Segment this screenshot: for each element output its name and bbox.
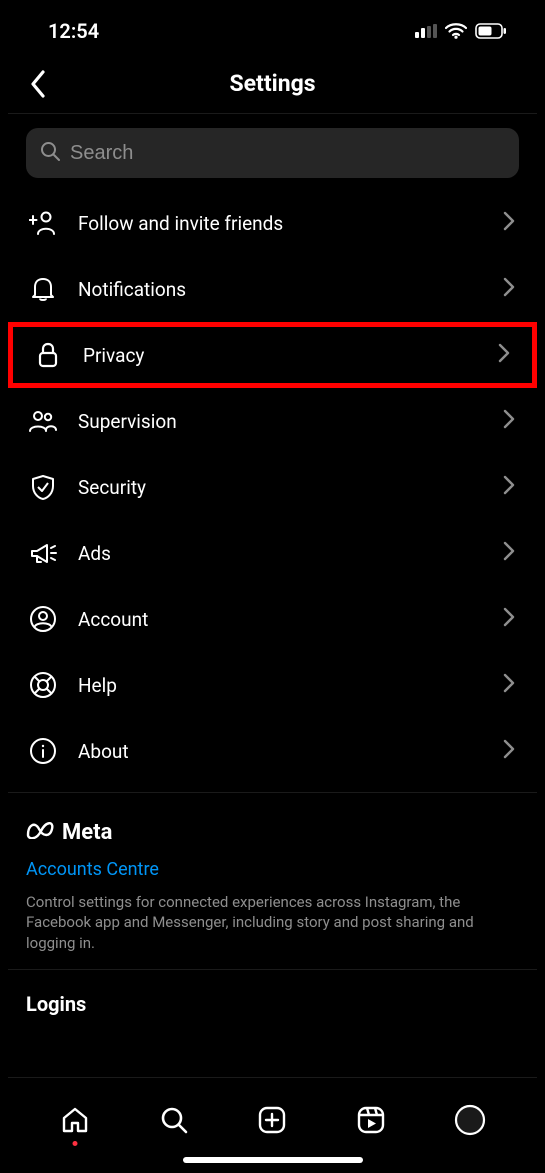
chevron-right-icon (503, 409, 515, 433)
plus-square-icon (257, 1105, 287, 1135)
bottom-nav (8, 1077, 537, 1151)
row-label: Help (78, 674, 485, 697)
status-right (415, 23, 507, 39)
row-privacy[interactable]: Privacy (8, 322, 537, 388)
row-follow-invite[interactable]: Follow and invite friends (8, 190, 537, 256)
row-notifications[interactable]: Notifications (8, 256, 537, 322)
status-bar: 12:54 (8, 0, 537, 54)
home-icon (60, 1105, 90, 1135)
page-title: Settings (229, 70, 315, 97)
search-input[interactable] (70, 142, 505, 165)
back-button[interactable] (22, 68, 54, 100)
search-container (8, 114, 537, 184)
status-time: 12:54 (48, 19, 99, 43)
nav-create[interactable] (254, 1102, 290, 1138)
user-circle-icon (26, 605, 60, 633)
logins-heading: Logins (8, 970, 537, 1046)
meta-section: Meta Accounts Centre Control settings fo… (8, 792, 537, 970)
profile-avatar-icon (454, 1104, 486, 1136)
chevron-right-icon (503, 277, 515, 301)
bell-icon (26, 275, 60, 303)
nav-home[interactable] (57, 1102, 93, 1138)
wifi-icon (445, 23, 467, 39)
row-label: Account (78, 608, 485, 631)
lifebuoy-icon (26, 671, 60, 699)
row-label: Ads (78, 542, 485, 565)
shield-icon (26, 473, 60, 501)
chevron-right-icon (503, 475, 515, 499)
cellular-icon (415, 24, 437, 38)
nav-profile[interactable] (452, 1102, 488, 1138)
row-account[interactable]: Account (8, 586, 537, 652)
nav-reels[interactable] (353, 1102, 389, 1138)
nav-search[interactable] (156, 1102, 192, 1138)
header: Settings (8, 54, 537, 114)
row-label: Privacy (83, 344, 480, 367)
add-person-icon (26, 210, 60, 236)
chevron-right-icon (503, 607, 515, 631)
chevron-left-icon (29, 70, 47, 98)
search-field[interactable] (26, 128, 519, 178)
info-icon (26, 737, 60, 765)
settings-list: Follow and invite friends Notifications (8, 184, 537, 784)
row-supervision[interactable]: Supervision (8, 388, 537, 454)
chevron-right-icon (498, 343, 510, 367)
people-icon (26, 409, 60, 433)
row-label: Follow and invite friends (78, 212, 485, 235)
meta-logo-icon (26, 819, 56, 845)
row-security[interactable]: Security (8, 454, 537, 520)
row-ads[interactable]: Ads (8, 520, 537, 586)
meta-brand: Meta (26, 819, 519, 845)
meta-brand-label: Meta (62, 820, 112, 845)
row-label: Supervision (78, 410, 485, 433)
row-help[interactable]: Help (8, 652, 537, 718)
battery-icon (475, 23, 507, 39)
accounts-centre-link[interactable]: Accounts Centre (26, 859, 519, 880)
megaphone-icon (26, 540, 60, 566)
home-notification-dot (73, 1141, 78, 1146)
row-label: Security (78, 476, 485, 499)
lock-icon (31, 341, 65, 369)
row-label: Notifications (78, 278, 485, 301)
search-icon (159, 1105, 189, 1135)
reels-icon (356, 1105, 386, 1135)
search-icon (40, 141, 60, 165)
row-label: About (78, 740, 485, 763)
row-about[interactable]: About (8, 718, 537, 784)
home-indicator[interactable] (183, 1157, 363, 1163)
meta-description: Control settings for connected experienc… (26, 892, 519, 953)
chevron-right-icon (503, 739, 515, 763)
chevron-right-icon (503, 541, 515, 565)
chevron-right-icon (503, 673, 515, 697)
chevron-right-icon (503, 211, 515, 235)
